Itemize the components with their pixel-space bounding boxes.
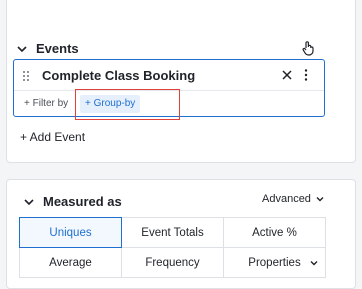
divider bbox=[14, 90, 324, 91]
event-name[interactable]: Complete Class Booking bbox=[42, 68, 195, 83]
metric-uniques[interactable]: Uniques bbox=[19, 217, 122, 248]
add-event-button[interactable]: + Add Event bbox=[20, 130, 85, 144]
chevron-down-icon bbox=[17, 45, 27, 52]
filter-by-button[interactable]: + Filter by bbox=[24, 98, 68, 109]
chevron-down-icon bbox=[316, 197, 324, 202]
metric-label: Frequency bbox=[145, 256, 200, 269]
metric-label: Average bbox=[49, 256, 92, 269]
metric-label: Event Totals bbox=[141, 226, 204, 239]
chevron-down-icon bbox=[310, 260, 318, 265]
metric-options-grid: Uniques Event Totals Active % Average Fr… bbox=[19, 217, 326, 278]
measured-as-panel: Measured as Advanced Uniques Event Total… bbox=[6, 179, 356, 289]
hand-pointer-icon[interactable] bbox=[301, 40, 315, 56]
metric-active-percent[interactable]: Active % bbox=[223, 217, 326, 248]
advanced-label: Advanced bbox=[262, 193, 311, 205]
metric-label: Properties bbox=[248, 256, 301, 269]
close-icon[interactable] bbox=[282, 70, 292, 80]
event-item[interactable]: Complete Class Booking + Filter by + Gro… bbox=[13, 59, 325, 117]
events-title: Events bbox=[36, 41, 79, 56]
events-section-toggle[interactable]: Events bbox=[16, 41, 79, 56]
more-options-icon[interactable] bbox=[304, 69, 308, 81]
measured-section-toggle[interactable]: Measured as bbox=[23, 194, 122, 209]
metric-frequency[interactable]: Frequency bbox=[121, 247, 224, 278]
metric-event-totals[interactable]: Event Totals bbox=[121, 217, 224, 248]
metric-properties[interactable]: Properties bbox=[223, 247, 326, 278]
metric-label: Uniques bbox=[49, 226, 92, 239]
group-by-button[interactable]: + Group-by bbox=[80, 95, 141, 113]
measured-as-title: Measured as bbox=[43, 194, 122, 209]
metric-label: Active % bbox=[252, 226, 297, 239]
metric-average[interactable]: Average bbox=[19, 247, 122, 278]
advanced-dropdown[interactable]: Advanced bbox=[262, 193, 325, 205]
drag-handle-icon[interactable] bbox=[22, 70, 30, 82]
chevron-down-icon bbox=[24, 198, 34, 205]
